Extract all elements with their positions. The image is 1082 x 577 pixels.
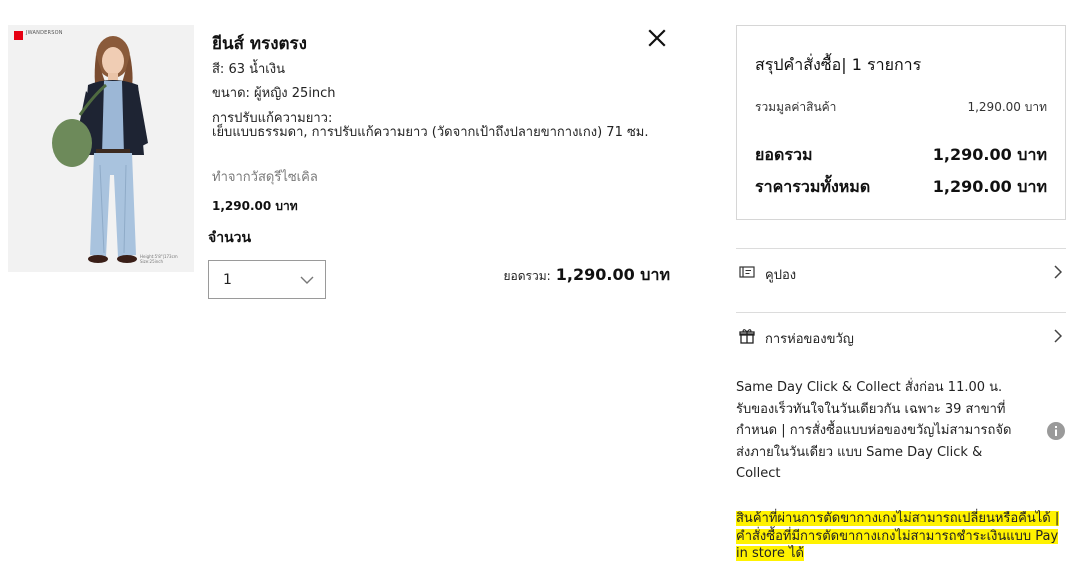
close-icon [648, 29, 666, 47]
product-image[interactable]: JWANDERSON Height:5'8"|173cm Size:25inch [8, 25, 194, 272]
info-icon [1047, 422, 1065, 440]
merchandise-total-label: รวมมูลค่าสินค้า [755, 100, 837, 114]
order-summary: สรุปคำสั่งซื้อ| 1 รายการ รวมมูลค่าสินค้า… [736, 25, 1066, 220]
chevron-right-icon [1054, 329, 1062, 343]
gift-wrap-label: การห่อของขวัญ [765, 332, 854, 347]
quantity-value: 1 [223, 272, 232, 288]
grand-total-value: 1,290.00 บาท [932, 177, 1047, 196]
quantity-select[interactable]: 1 [208, 260, 326, 299]
product-name[interactable]: ยีนส์ ทรงตรง [212, 30, 307, 57]
item-subtotal: ยอดรวม: 1,290.00 บาท [470, 263, 670, 288]
subtotal-value: 1,290.00 บาท [932, 145, 1047, 164]
divider [736, 312, 1066, 313]
model-caption: Height:5'8"|173cm Size:25inch [140, 254, 178, 264]
item-subtotal-label: ยอดรวม: [503, 269, 551, 283]
remove-item-button[interactable] [647, 28, 667, 48]
item-subtotal-value: 1,290.00 บาท [555, 265, 670, 284]
same-day-info: Same Day Click & Collect สั่งก่อน 11.00 … [736, 380, 1012, 481]
alteration-value: เย็บแบบธรรมดา, การปรับแก้ความยาว (วัดจาก… [212, 125, 649, 140]
grand-total-label: ราคารวมทั้งหมด [755, 177, 871, 196]
quantity-label: จำนวน [208, 230, 252, 246]
chevron-down-icon [300, 276, 314, 284]
chevron-right-icon [1054, 265, 1062, 279]
warning-highlight: สินค้าที่ผ่านการตัดขากางเกงไม่สามารถเปลี… [736, 511, 1060, 561]
product-color: สี: 63 น้ำเงิน [212, 62, 285, 77]
recycled-note: ทำจากวัสดุรีไซเคิล [212, 170, 318, 185]
model-illustration [52, 36, 148, 263]
gift-icon [739, 329, 755, 344]
coupon-row[interactable]: คูปอง [736, 252, 1066, 292]
alteration-warning: สินค้าที่ผ่านการตัดขากางเกงไม่สามารถเปลี… [736, 510, 1061, 563]
product-size: ขนาด: ผู้หญิง 25inch [212, 86, 336, 101]
coupon-label: คูปอง [765, 268, 797, 283]
info-button[interactable] [1047, 422, 1065, 440]
subtotal-label: ยอดรวม [755, 145, 813, 164]
gift-wrap-row[interactable]: การห่อของขวัญ [736, 316, 1066, 356]
unit-price: 1,290.00 บาท [212, 199, 298, 213]
merchandise-total-value: 1,290.00 บาท [967, 100, 1047, 114]
divider [736, 248, 1066, 249]
order-summary-title: สรุปคำสั่งซื้อ| 1 รายการ [755, 55, 922, 74]
coupon-icon [739, 266, 755, 278]
